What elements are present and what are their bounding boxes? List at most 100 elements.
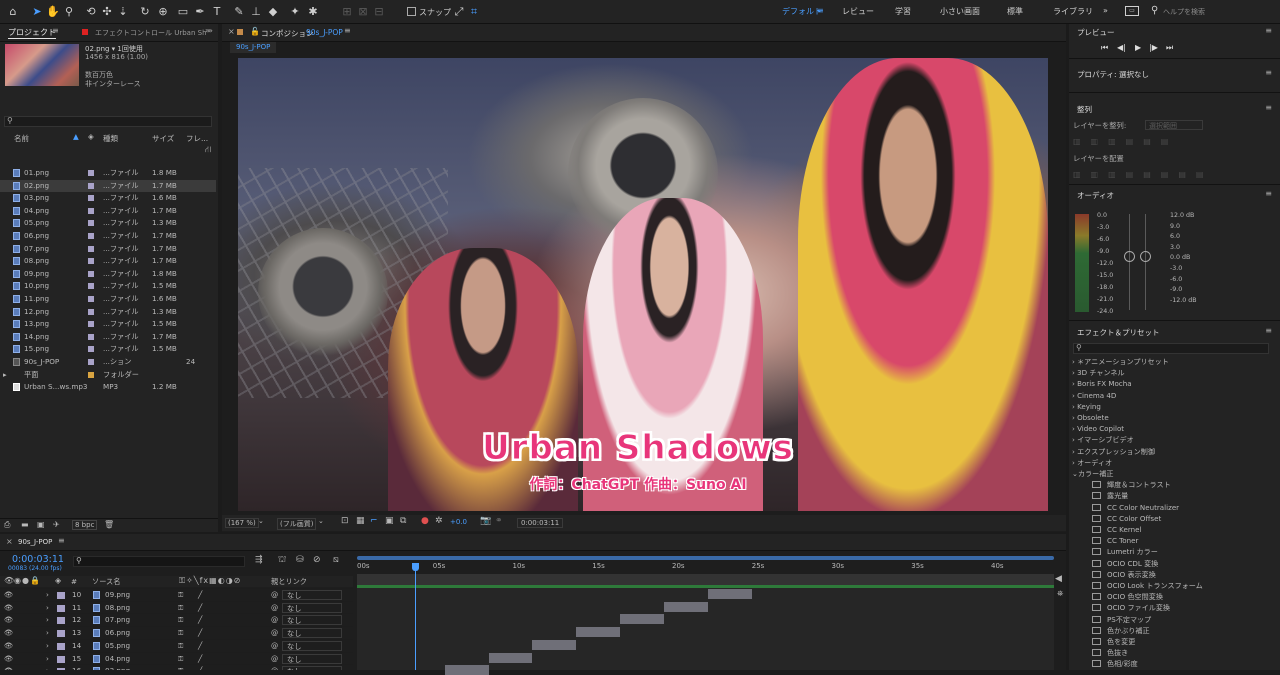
timeline-layer-row[interactable]: 👁 › ⚿ ╱ @13 06.png なし <box>0 626 353 639</box>
brush-tool-icon[interactable]: ✎ <box>232 5 246 19</box>
label-color-swatch[interactable] <box>88 195 94 202</box>
workspace-standard[interactable]: 標準 <box>1007 6 1023 17</box>
anchor-tool-icon[interactable]: ⊕ <box>156 5 170 19</box>
effects-category[interactable]: › Cinema 4D <box>1072 391 1116 400</box>
layer-label-swatch[interactable] <box>57 655 65 663</box>
label-color-swatch[interactable] <box>88 333 94 340</box>
layer-parent-select[interactable]: なし <box>282 666 342 670</box>
effect-item[interactable]: CC Toner <box>1092 536 1138 545</box>
pickwhip-icon[interactable]: @ <box>271 640 278 652</box>
overflow-icon-2[interactable]: » <box>208 26 213 35</box>
layer-shy-switch-icon[interactable]: ⚿ <box>178 627 183 639</box>
eraser-tool-icon[interactable]: ◆ <box>266 5 280 19</box>
layer-duration-bar[interactable] <box>444 665 489 675</box>
clone-stamp-icon[interactable]: ⊥ <box>249 5 263 19</box>
draft-3d-icon[interactable]: ⛫ <box>278 555 286 566</box>
layer-quality-switch-icon[interactable]: ╱ <box>198 665 202 670</box>
audio-column-icon[interactable]: ◉ <box>14 576 21 585</box>
rectangle-tool-icon[interactable]: ▭ <box>176 5 190 19</box>
properties-menu-icon[interactable]: ≡ <box>1265 68 1272 77</box>
snap-checkbox[interactable] <box>407 7 416 16</box>
guides-icon[interactable]: ▣ <box>385 516 394 526</box>
label-color-swatch[interactable] <box>88 308 94 315</box>
layer-expand-icon[interactable]: › <box>46 589 49 601</box>
layer-source-name[interactable]: 05.png <box>105 640 130 652</box>
layer-duration-bar[interactable] <box>620 614 665 625</box>
timeline-layer-row[interactable]: 👁 › ⚿ ╱ @11 08.png なし <box>0 600 353 614</box>
workspace-small-screen[interactable]: 小さい画面 <box>940 6 980 17</box>
project-item[interactable]: 14.png ...ファイル 1.7 MB <box>0 331 216 344</box>
label-color-swatch[interactable] <box>88 170 94 176</box>
label-color-swatch[interactable] <box>88 245 94 252</box>
comp-subtab[interactable]: 90s_J-POP <box>230 42 277 53</box>
layer-label-swatch[interactable] <box>57 617 65 625</box>
axis-view-icon[interactable]: ⊟ <box>372 5 386 19</box>
last-frame-icon[interactable]: ⏭ <box>1166 43 1173 53</box>
label-color-swatch[interactable] <box>88 270 94 277</box>
lock-icon[interactable]: 🔓 <box>250 27 260 36</box>
layer-parent-select[interactable]: なし <box>282 653 342 664</box>
effect-item[interactable]: OCIO ファイル変換 <box>1092 603 1170 613</box>
layer-expand-icon[interactable]: › <box>46 640 49 652</box>
next-frame-icon[interactable]: |▶ <box>1149 43 1158 52</box>
switches-column-icons[interactable]: ⚿✧╲fx▦◐◑⊘ <box>179 576 241 586</box>
layer-shy-switch-icon[interactable]: ⚿ <box>178 653 183 665</box>
layer-expand-icon[interactable]: › <box>46 627 49 639</box>
chevron-down-icon-2[interactable]: ⌄ <box>318 517 324 525</box>
layer-label-swatch[interactable] <box>57 642 65 650</box>
effects-category[interactable]: › Video Copilot <box>1072 424 1124 433</box>
timeline-layer-row[interactable]: 👁 › ⚿ ╱ @15 04.png なし <box>0 651 353 665</box>
timeline-navigator-icon[interactable]: ⛯ <box>1057 589 1063 599</box>
effects-category-open[interactable]: ⌄カラー補正 <box>1072 469 1113 479</box>
layer-source-name[interactable]: 09.png <box>105 589 130 601</box>
project-search-field[interactable]: ⚲ <box>4 116 212 127</box>
layer-shy-switch-icon[interactable]: ⚿ <box>178 640 183 652</box>
chevron-down-icon[interactable]: ⌄ <box>258 517 264 525</box>
distribute-buttons[interactable]: ▥▥▥▤▤▤▤▤ <box>1073 170 1253 182</box>
layer-label-swatch[interactable] <box>57 592 65 599</box>
zoom-select[interactable]: (167 %) <box>225 518 259 528</box>
new-folder-icon[interactable]: ▬ <box>21 520 29 529</box>
label-color-swatch[interactable] <box>88 296 94 302</box>
column-type[interactable]: 種類 <box>103 133 118 144</box>
effects-category[interactable]: › イマーシブビデオ <box>1072 435 1134 445</box>
exposure-reset-icon[interactable]: ✲ <box>435 516 443 526</box>
layer-parent-select[interactable]: なし <box>282 640 342 651</box>
home-icon[interactable]: ⌂ <box>6 5 20 19</box>
comp-mini-flowchart-icon[interactable]: ⇶ <box>255 555 263 565</box>
frame-blending-icon[interactable]: ⊘ <box>313 555 321 565</box>
project-item[interactable]: 02.png ...ファイル 1.7 MB <box>0 179 216 193</box>
3d-view-icon[interactable]: ⧉ <box>400 516 406 526</box>
tab-menu-icon[interactable]: ≡ <box>52 26 59 35</box>
layer-parent-select[interactable]: なし <box>282 628 342 639</box>
effect-item[interactable]: 色相/彩度 <box>1092 659 1138 669</box>
layer-parent-select[interactable]: なし <box>282 615 342 626</box>
interpret-footage-icon[interactable]: ⎙ <box>4 520 10 530</box>
layer-label-swatch[interactable] <box>57 630 65 638</box>
workspace-overflow-icon[interactable]: » <box>1103 6 1108 15</box>
pickwhip-icon[interactable]: @ <box>271 614 278 626</box>
graph-editor-icon[interactable]: ⧅ <box>333 555 339 565</box>
pickwhip-icon[interactable]: @ <box>271 665 278 670</box>
effect-item[interactable]: 色抜き <box>1092 648 1128 658</box>
align-menu-icon[interactable]: ≡ <box>1265 103 1272 112</box>
tab-effect-controls[interactable]: エフェクトコントロール Urban Sh <box>95 28 207 38</box>
rotate-tool-icon[interactable]: ↻ <box>138 5 152 19</box>
title-text[interactable]: Urban Shadows <box>468 428 808 469</box>
snap-grid-icon[interactable]: ⌗ <box>467 5 481 19</box>
layer-quality-switch-icon[interactable]: ╱ <box>198 640 202 652</box>
layer-source-name[interactable]: 08.png <box>105 602 130 614</box>
source-name-column[interactable]: ソース名 <box>92 577 120 587</box>
transparency-grid-icon[interactable]: ▦ <box>356 516 365 526</box>
layer-visibility-icon[interactable]: 👁 <box>4 653 13 665</box>
pickwhip-icon[interactable]: @ <box>271 602 278 614</box>
effect-item[interactable]: OCIO 表示変換 <box>1092 570 1156 580</box>
hand-tool-icon[interactable]: ✋ <box>46 5 60 19</box>
layer-duration-bar[interactable] <box>576 627 621 638</box>
align-buttons[interactable]: ▥▥▥▤▤▤ <box>1073 137 1205 149</box>
audio-menu-icon[interactable]: ≡ <box>1265 189 1272 198</box>
effects-category[interactable]: › 3D チャンネル <box>1072 368 1125 378</box>
layer-shy-switch-icon[interactable]: ⚿ <box>178 589 183 601</box>
region-of-interest-icon[interactable]: ⊡ <box>341 516 349 526</box>
effects-category[interactable]: › Boris FX Mocha <box>1072 379 1132 388</box>
